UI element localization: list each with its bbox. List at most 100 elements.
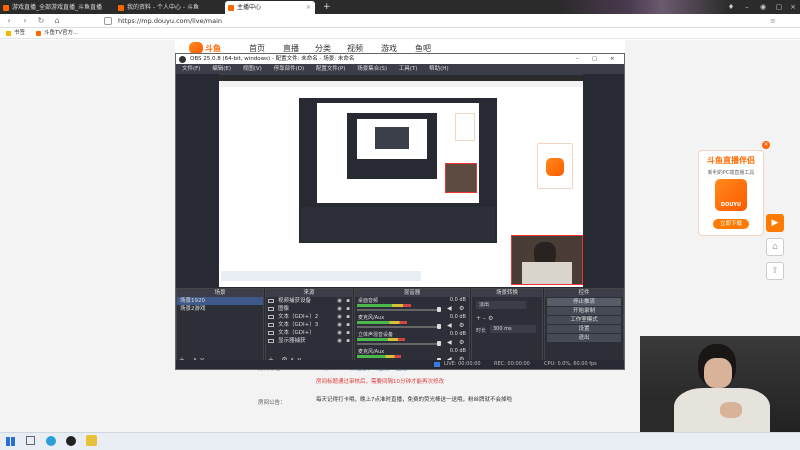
menu-docks[interactable]: 停靠部件(D): [274, 66, 305, 72]
close-icon[interactable]: ×: [762, 141, 770, 149]
lock-icon[interactable]: ▪: [346, 329, 350, 337]
bookmarks-label[interactable]: 书签: [14, 28, 25, 39]
menu-help[interactable]: 帮助(H): [429, 66, 448, 72]
gear-icon[interactable]: ⚙: [488, 315, 495, 322]
stop-stream-button[interactable]: 停止推流: [547, 298, 621, 306]
source-item[interactable]: 文本（GDI+） ◉ ▪: [266, 329, 352, 337]
nested-obs-window-2: [347, 113, 437, 179]
source-item[interactable]: 文本（GDI+）2 ◉ ▪: [266, 313, 352, 321]
back-icon[interactable]: ‹: [4, 14, 14, 28]
gear-icon[interactable]: ⚙: [459, 305, 464, 312]
maximize-icon[interactable]: ▢: [772, 0, 786, 14]
start-recording-button[interactable]: 开始录制: [547, 307, 621, 315]
room-settings: 房间标题： 19点CF5+71点注意，斗鱼最... 直播 房间标题通过审核后，需…: [258, 360, 588, 432]
studio-mode-button[interactable]: 工作室模式: [547, 316, 621, 324]
volume-knob[interactable]: [437, 324, 441, 329]
forward-icon[interactable]: ›: [20, 14, 30, 28]
nested-preview-2: [357, 119, 427, 159]
url-input[interactable]: https://mp.douyu.com/live/main: [118, 16, 222, 26]
menu-view[interactable]: 视图(V): [243, 66, 262, 72]
selected-webcam-source[interactable]: [511, 235, 583, 285]
douyu-favicon: [36, 31, 41, 36]
menu-tools[interactable]: 工具(T): [399, 66, 418, 72]
close-icon[interactable]: ×: [786, 0, 800, 14]
volume-slider[interactable]: [357, 309, 441, 311]
bookmark-item[interactable]: 斗鱼TV官方...: [44, 28, 78, 39]
transitions-dock: 场景转换 淡出 +–⚙ 时长 300 ms: [471, 288, 543, 368]
captured-logo: [546, 158, 564, 176]
notice-text[interactable]: 每天记得打卡哦，晚上7点准时直播，免费的荧光棒送一送哦，粉丝牌就不会掉啦: [316, 396, 516, 404]
source-item[interactable]: 图像 ◉ ▪: [266, 305, 352, 313]
source-item[interactable]: 显示器捕获 ◉ ▪: [266, 337, 352, 345]
speaker-icon[interactable]: ◀: [447, 339, 452, 346]
transition-select[interactable]: 淡出: [476, 301, 526, 309]
volume-slider[interactable]: [357, 343, 441, 345]
browser-skin-banner: [560, 0, 730, 14]
share-icon[interactable]: ⇪: [766, 262, 784, 280]
visibility-eye-icon[interactable]: ◉: [337, 337, 342, 345]
lock-icon[interactable]: ▪: [346, 337, 350, 345]
close-icon[interactable]: ×: [610, 54, 615, 64]
volume-slider[interactable]: [357, 326, 441, 328]
visibility-eye-icon[interactable]: ◉: [337, 321, 342, 329]
minimize-icon[interactable]: –: [576, 54, 579, 64]
channel-db: 0.0 dB: [449, 331, 466, 337]
new-tab-button[interactable]: +: [320, 1, 334, 14]
maximize-icon[interactable]: ▢: [592, 54, 597, 64]
browser-tab-active[interactable]: 主播中心 ×: [225, 1, 315, 14]
menu-file[interactable]: 文件(F): [182, 66, 200, 72]
volume-knob[interactable]: [437, 307, 441, 312]
reload-icon[interactable]: ↻: [36, 14, 46, 28]
speaker-icon[interactable]: ◀: [447, 305, 452, 312]
nested-preview: [317, 103, 479, 203]
settings-button[interactable]: 设置: [547, 325, 621, 333]
captured-addressbar: [219, 81, 583, 87]
menu-profile[interactable]: 配置文件(P): [316, 66, 346, 72]
lock-icon[interactable]: ▪: [346, 305, 350, 313]
sources-header: 来源: [266, 289, 352, 297]
close-icon[interactable]: ×: [306, 1, 311, 14]
exit-button[interactable]: 退出: [547, 334, 621, 342]
edge-icon[interactable]: [46, 436, 56, 446]
volume-meter: [357, 304, 411, 307]
home-icon[interactable]: ⌂: [52, 14, 62, 28]
nested-title-bar: [299, 93, 497, 98]
gear-icon[interactable]: ⚙: [459, 339, 464, 346]
scene-item[interactable]: 场景1920: [177, 297, 263, 305]
visibility-eye-icon[interactable]: ◉: [337, 313, 342, 321]
windows-start-icon[interactable]: [6, 437, 15, 446]
home-icon[interactable]: ⌂: [766, 238, 784, 256]
source-item[interactable]: 视频捕获设备 ◉ ▪: [266, 297, 352, 305]
menu-edit[interactable]: 编辑(E): [212, 66, 231, 72]
shield-icon[interactable]: ◉: [756, 0, 770, 14]
obs-taskbar-icon[interactable]: [66, 436, 76, 446]
gear-icon[interactable]: ⚙: [459, 322, 464, 329]
source-item[interactable]: 文本（GDI+）3 ◉ ▪: [266, 321, 352, 329]
lock-icon: [104, 17, 112, 25]
scene-item[interactable]: 场景2游戏: [177, 305, 263, 313]
visibility-eye-icon[interactable]: ◉: [337, 305, 342, 313]
skin-icon[interactable]: ♦: [724, 0, 738, 14]
minimize-icon[interactable]: –: [740, 0, 754, 14]
download-button[interactable]: 立即下载: [713, 219, 749, 229]
tab-title: 主播中心: [237, 4, 262, 11]
volume-knob[interactable]: [437, 341, 441, 346]
source-type-icon: [268, 339, 274, 343]
menu-scene-collection[interactable]: 场景集合(S): [357, 66, 387, 72]
volume-meter: [357, 338, 405, 341]
visibility-eye-icon[interactable]: ◉: [337, 329, 342, 337]
speaker-icon[interactable]: ◀: [447, 322, 452, 329]
browser-tab[interactable]: 我的资料 - 个人中心 - 斗鱼: [115, 1, 215, 14]
add-icon[interactable]: +: [476, 315, 483, 322]
menu-icon[interactable]: ≡: [770, 17, 776, 25]
play-icon[interactable]: ▶: [766, 214, 784, 232]
source-label: 显示器捕获: [278, 338, 306, 344]
lock-icon[interactable]: ▪: [346, 321, 350, 329]
task-view-icon[interactable]: [26, 436, 35, 445]
duration-input[interactable]: 300 ms: [490, 325, 536, 333]
browser-taskbar-icon[interactable]: [86, 435, 97, 446]
lock-icon[interactable]: ▪: [346, 297, 350, 305]
browser-tab[interactable]: 游戏直播_全部游戏直播_斗鱼直播: [0, 1, 105, 14]
visibility-eye-icon[interactable]: ◉: [337, 297, 342, 305]
lock-icon[interactable]: ▪: [346, 313, 350, 321]
